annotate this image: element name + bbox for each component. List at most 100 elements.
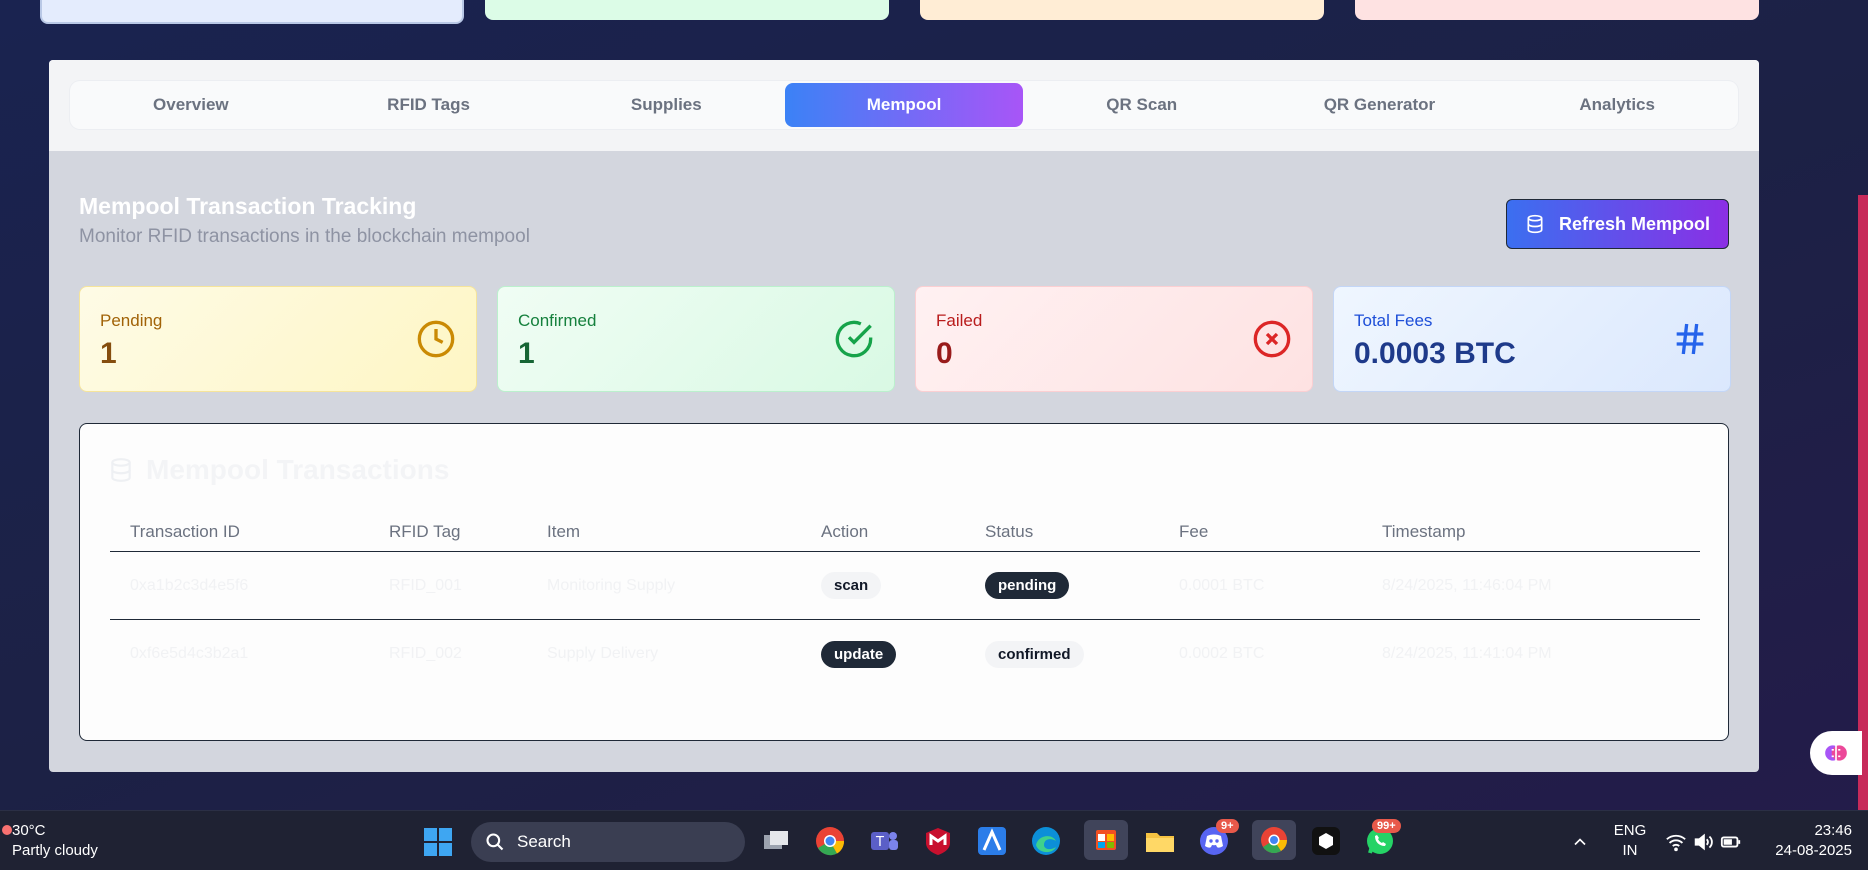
cell-tag: RFID_002 [389,645,462,662]
transactions-title: Mempool Transactions [108,454,449,486]
col-timestamp: Timestamp [1382,521,1466,541]
tab-overview[interactable]: Overview [72,83,310,127]
weather-desc: Partly cloudy [12,842,98,859]
tab-qr-scan[interactable]: QR Scan [1023,83,1261,127]
svg-text:T: T [875,835,884,850]
tab-supplies[interactable]: Supplies [547,83,785,127]
page-title: Mempool Transaction Tracking [79,193,417,219]
stat-confirmed: Confirmed 1 [497,286,895,392]
cell-tag: RFID_001 [389,576,462,594]
taskbar-search[interactable]: Search [471,822,745,862]
stat-total-fees: Total Fees 0.0003 BTC [1333,286,1731,392]
battery-icon[interactable] [1720,831,1742,853]
database-icon [111,458,131,482]
cell-fee: 0.0002 BTC [1179,645,1265,662]
clock-date: 24-08-2025 [1775,842,1852,859]
cell-timestamp: 8/24/2025, 11:46:04 PM [1382,576,1552,594]
status-badge: confirmed [985,640,1084,668]
status-badge: pending [985,572,1070,599]
cell-item: Monitoring Supply [547,576,676,594]
cell-fee: 0.0001 BTC [1179,576,1265,594]
refresh-mempool-label: Refresh Mempool [1558,213,1711,234]
clock-icon [417,320,455,358]
top-card-orange [920,0,1324,20]
top-card-red [1355,0,1759,20]
table-row[interactable]: 0xa1b2c3d4e5f6 RFID_001 Monitoring Suppl… [110,552,1700,620]
tab-list: Overview RFID Tags Supplies Mempool QR S… [70,81,1738,129]
discord-badge: 9+ [1216,819,1239,833]
stat-failed: Failed 0 [915,286,1313,392]
action-badge: scan [821,572,882,599]
cell-status: pending [985,572,1179,599]
transactions-card: Mempool Transactions Transaction ID RFID… [79,423,1729,741]
top-card-green [485,0,889,20]
cell-action: update [821,640,985,668]
chrome-active-icon[interactable] [1252,820,1296,860]
chevron-up-icon[interactable] [1570,831,1590,853]
stat-failed-value: 0 [936,337,953,370]
col-fee: Fee [1179,521,1209,541]
task-view-icon[interactable] [760,825,792,857]
check-circle-icon [835,320,873,358]
stat-pending: Pending 1 [79,286,477,392]
cell-action: scan [821,572,985,599]
stat-fees-value: 0.0003 BTC [1354,337,1516,370]
assistant-button[interactable] [1810,731,1862,775]
system-clock[interactable]: 23:46 24-08-2025 [1760,821,1852,861]
search-icon [486,833,504,851]
tab-mempool[interactable]: Mempool [785,83,1023,127]
main-panel: Overview RFID Tags Supplies Mempool QR S… [49,60,1759,772]
x-circle-icon [1253,320,1291,358]
mcafee-icon[interactable] [922,825,954,857]
weather-icon [2,825,12,835]
store-icon[interactable] [1084,820,1128,860]
section-header: Mempool Transaction Tracking Monitor RFI… [79,193,530,248]
language-code: ENG [1613,822,1647,839]
chrome-icon[interactable] [814,825,846,857]
table-row[interactable]: 0xf6e5d4c3b2a1 RFID_002 Supply Delivery … [110,620,1700,688]
database-icon [1527,214,1543,234]
teams-icon[interactable]: T [868,825,900,857]
windows-start-icon[interactable] [423,827,453,857]
volume-icon[interactable] [1692,831,1714,853]
stat-pending-label: Pending [100,311,163,330]
stat-confirmed-value: 1 [518,337,535,370]
col-item: Item [547,521,581,541]
tab-qr-generator[interactable]: QR Generator [1261,83,1499,127]
weather-widget[interactable]: 30°C Partly cloudy [2,821,98,861]
whatsapp-badge: 99+ [1372,819,1401,833]
stat-failed-label: Failed [936,311,983,330]
app-blue-icon[interactable] [976,825,1008,857]
refresh-mempool-button[interactable]: Refresh Mempool [1506,199,1729,249]
tabs-bar: Overview RFID Tags Supplies Mempool QR S… [49,60,1759,151]
transactions-title-text: Mempool Transactions [146,454,450,485]
stat-pending-value: 1 [100,337,117,370]
search-label: Search [517,832,571,851]
cell-txid: 0xa1b2c3d4e5f6 [130,576,249,594]
transactions-table: Transaction ID RFID Tag Item Action Stat… [110,512,1700,688]
col-rfid-tag: RFID Tag [389,521,461,541]
page-subtitle: Monitor RFID transactions in the blockch… [79,226,530,247]
hash-icon [1676,323,1704,355]
scrollbar[interactable] [1858,195,1868,810]
stat-confirmed-label: Confirmed [518,311,597,330]
region-code: IN [1622,842,1638,859]
brain-icon [1825,745,1847,761]
file-explorer-icon[interactable] [1144,825,1176,857]
col-action: Action [821,521,869,541]
tab-rfid-tags[interactable]: RFID Tags [310,83,548,127]
language-indicator[interactable]: ENG IN [1612,821,1648,861]
tab-analytics[interactable]: Analytics [1498,83,1736,127]
taskbar: 30°C Partly cloudy Search T 9+ 99+ ENG I… [0,810,1868,870]
col-status: Status [985,521,1034,541]
cell-status: confirmed [985,640,1179,668]
app-cube-icon[interactable] [1310,825,1342,857]
top-card-blue [40,0,464,24]
cell-txid: 0xf6e5d4c3b2a1 [130,645,249,662]
edge-icon[interactable] [1030,825,1062,857]
table-header: Transaction ID RFID Tag Item Action Stat… [110,512,1700,552]
wifi-icon[interactable] [1665,831,1687,853]
weather-temp: 30°C [12,822,46,839]
clock-time: 23:46 [1814,822,1852,839]
action-badge: update [821,640,897,668]
